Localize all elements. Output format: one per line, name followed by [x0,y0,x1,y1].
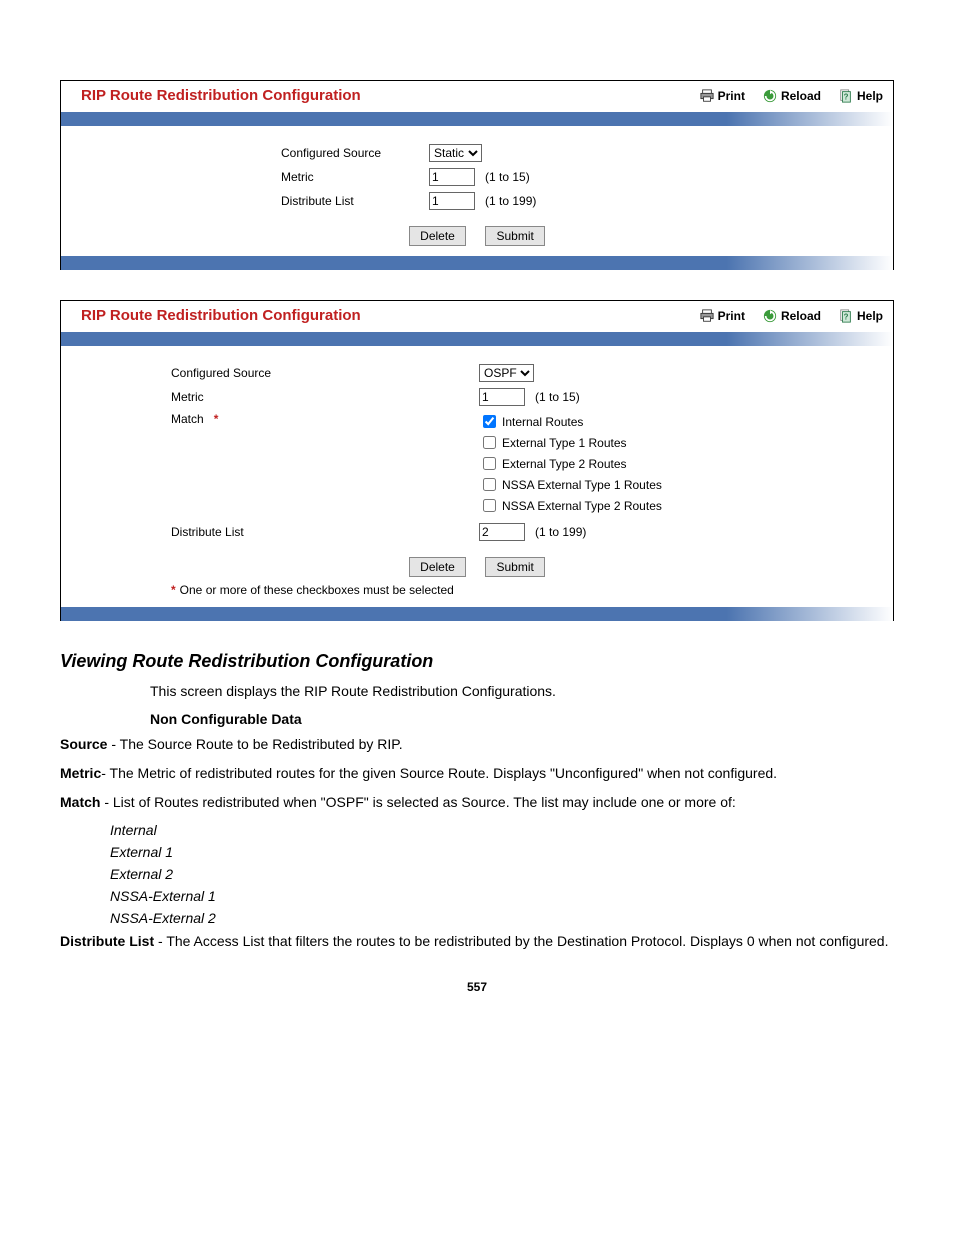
reload-icon [763,89,777,103]
configured-source-select[interactable]: OSPF [479,364,534,382]
match-nssa1-checkbox[interactable] [483,478,496,491]
distribute-list-hint: (1 to 199) [535,525,586,539]
match-nssa2-checkbox[interactable] [483,499,496,512]
metric-label: Metric [171,390,479,404]
distribute-list-label: Distribute List [281,194,429,208]
match-options: Internal Routes External Type 1 Routes E… [479,412,662,517]
blue-divider [61,256,893,270]
print-button[interactable]: Print [700,309,745,323]
submit-button[interactable]: Submit [485,557,544,577]
noncfg-heading: Non Configurable Data [150,711,894,727]
metric-definition: Metric- The Metric of redistributed rout… [60,764,894,783]
footnote: *One or more of these checkboxes must be… [171,583,883,597]
distribute-list-hint: (1 to 199) [485,194,536,208]
svg-text:?: ? [844,312,849,321]
submit-button[interactable]: Submit [485,226,544,246]
configured-source-label: Configured Source [281,146,429,160]
intro-text: This screen displays the RIP Route Redis… [150,682,894,701]
metric-label: Metric [281,170,429,184]
source-definition: Source - The Source Route to be Redistri… [60,735,894,754]
reload-icon [763,309,777,323]
distribute-definition: Distribute List - The Access List that f… [60,932,894,951]
reload-button[interactable]: Reload [763,89,821,103]
configured-source-select[interactable]: Static [429,144,482,162]
blue-divider [61,607,893,621]
reload-button[interactable]: Reload [763,309,821,323]
section-heading: Viewing Route Redistribution Configurati… [60,651,894,672]
panel-title: RIP Route Redistribution Configuration [81,87,682,104]
distribute-list-input[interactable] [479,523,525,541]
blue-divider [61,112,893,126]
metric-input[interactable] [429,168,475,186]
metric-input[interactable] [479,388,525,406]
match-items-list: Internal External 1 External 2 NSSA-Exte… [110,822,894,926]
panel-header: RIP Route Redistribution Configuration P… [61,81,893,112]
panel-header: RIP Route Redistribution Configuration P… [61,301,893,332]
distribute-list-label: Distribute List [171,525,479,539]
delete-button[interactable]: Delete [409,557,466,577]
metric-hint: (1 to 15) [485,170,530,184]
panel-title: RIP Route Redistribution Configuration [81,307,682,324]
page-number: 557 [60,980,894,994]
print-icon [700,89,714,103]
panel-rip-ospf: RIP Route Redistribution Configuration P… [60,300,894,621]
match-ext2-checkbox[interactable] [483,457,496,470]
blue-divider [61,332,893,346]
print-icon [700,309,714,323]
configured-source-label: Configured Source [171,366,479,380]
help-button[interactable]: ? Help [839,89,883,103]
match-internal-checkbox[interactable] [483,415,496,428]
distribute-list-input[interactable] [429,192,475,210]
help-button[interactable]: ? Help [839,309,883,323]
print-button[interactable]: Print [700,89,745,103]
delete-button[interactable]: Delete [409,226,466,246]
help-icon: ? [839,89,853,103]
metric-hint: (1 to 15) [535,390,580,404]
match-label: Match* [171,412,479,426]
match-definition: Match - List of Routes redistributed whe… [60,793,894,812]
svg-text:?: ? [844,92,849,101]
panel-rip-static: RIP Route Redistribution Configuration P… [60,80,894,270]
match-ext1-checkbox[interactable] [483,436,496,449]
help-icon: ? [839,309,853,323]
